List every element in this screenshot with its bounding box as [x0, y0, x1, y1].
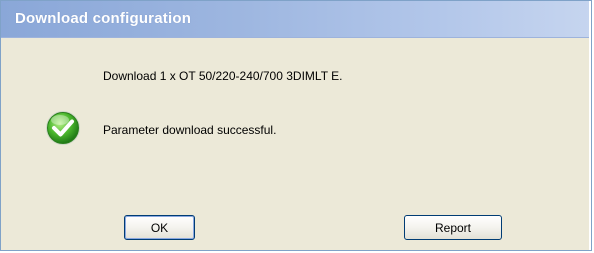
dialog-body: Download 1 x OT 50/220-240/700 3DIMLT E.…: [1, 38, 591, 250]
title-bar[interactable]: Download configuration: [1, 1, 591, 38]
download-description: Download 1 x OT 50/220-240/700 3DIMLT E.: [103, 69, 343, 83]
report-button[interactable]: Report: [404, 215, 502, 240]
download-configuration-dialog: Download configuration Download 1 x OT 5…: [0, 0, 592, 251]
status-message: Parameter download successful.: [103, 123, 277, 137]
success-checkmark-icon: [45, 110, 81, 146]
ok-button[interactable]: OK: [124, 215, 195, 240]
window-edge: [589, 1, 591, 250]
dialog-title: Download configuration: [15, 10, 192, 27]
